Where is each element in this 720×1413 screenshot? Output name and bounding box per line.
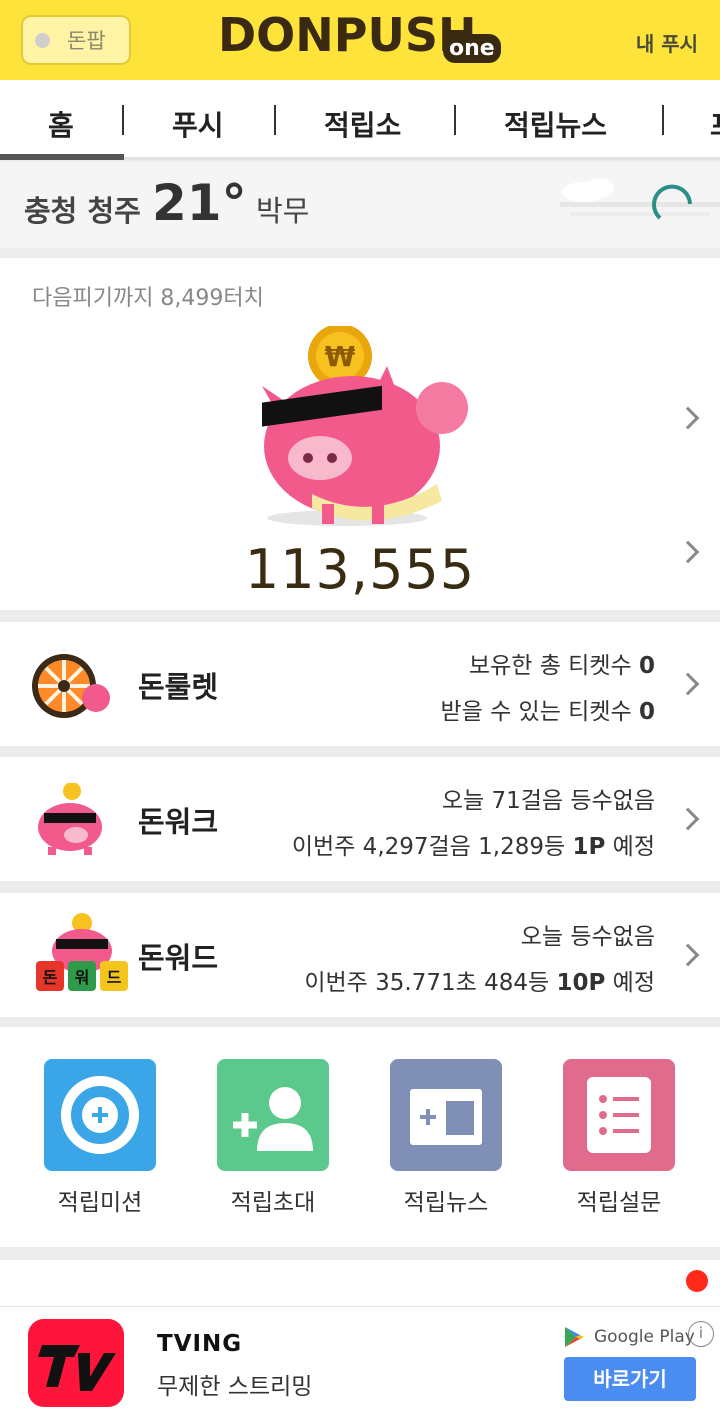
shortcut-reward-news[interactable]: 적립뉴스 [376, 1059, 516, 1217]
main-tabs: 홈 푸시 적립소 적립뉴스 프 [0, 80, 720, 160]
reward-shortcuts: 적립미션 적립초대 적립뉴스 적립설문 [0, 1027, 720, 1247]
app-header: 돈팝 DONPUSH one 내 푸시 [0, 0, 720, 80]
shortcut-label: 적립설문 [576, 1190, 662, 1216]
tab-reward-shop[interactable]: 적립소 [324, 104, 401, 144]
walk-row[interactable]: 돈워크 오늘 71걸음 등수없음 이번주 4,297걸음 1,289등 1P 예… [0, 757, 720, 881]
walk-title: 돈워크 [138, 805, 219, 839]
tip-toggle-button[interactable]: 돈팝 [21, 15, 131, 65]
shortcut-label: 적립미션 [57, 1190, 143, 1216]
tip-label: 돈팝 [67, 29, 106, 53]
tab-reward-news[interactable]: 적립뉴스 [504, 104, 607, 144]
tab-divider [662, 105, 664, 135]
word-today-status: 오늘 등수없음 [520, 924, 655, 950]
survey-list-icon [563, 1059, 675, 1171]
tab-divider [454, 105, 456, 135]
piggy-bank-card[interactable]: 다음피기까지 8,499터치 ₩ 113,555 [0, 258, 720, 610]
active-tab-indicator [0, 154, 124, 160]
ad-store-badge: Google Play [562, 1325, 695, 1349]
shortcut-reward-mission[interactable]: 적립미션 [30, 1059, 170, 1217]
roulette-row[interactable]: 돈룰렛 보유한 총 티켓수 0 받을 수 있는 티켓수 0 [0, 622, 720, 746]
app-logo: DONPUSH [218, 8, 477, 62]
ad-info-icon[interactable]: i [688, 1321, 714, 1347]
tab-push[interactable]: 푸시 [172, 104, 224, 144]
piggy-total-amount: 113,555 [244, 538, 476, 601]
news-icon [390, 1059, 502, 1171]
notification-dot [686, 1270, 708, 1292]
chevron-right-icon [676, 672, 700, 696]
my-push-link[interactable]: 내 푸시 [636, 28, 698, 57]
word-title: 돈워드 [138, 941, 219, 975]
shortcut-reward-survey[interactable]: 적립설문 [549, 1059, 689, 1217]
chevron-right-icon [676, 807, 700, 831]
roulette-ticket-available: 받을 수 있는 티켓수 0 [440, 699, 655, 725]
shortcut-label: 적립뉴스 [403, 1190, 489, 1216]
tab-divider [122, 105, 124, 135]
store-name: Google Play [594, 1327, 695, 1347]
svg-text:돈: 돈 [43, 968, 58, 987]
weather-location: 충청 청주 [24, 194, 141, 228]
ad-subtitle: 무제한 스트리밍 [157, 1374, 313, 1400]
roulette-wheel-icon [32, 654, 110, 718]
weather-temperature: 21° [152, 174, 247, 232]
ad-title: TVING [157, 1331, 243, 1357]
next-piggy-info: 다음피기까지 8,499터치 [32, 286, 264, 311]
walking-pig-icon [38, 783, 102, 855]
roulette-ticket-total: 보유한 총 티켓수 0 [468, 653, 655, 679]
walk-today-status: 오늘 71걸음 등수없음 [441, 788, 655, 814]
shortcut-label: 적립초대 [230, 1190, 316, 1216]
svg-text:드: 드 [107, 968, 122, 987]
mission-icon [44, 1059, 156, 1171]
toggle-dot [35, 32, 50, 48]
tab-home[interactable]: 홈 [48, 104, 74, 144]
weather-bar[interactable]: 충청 청주 21° 박무 [0, 162, 720, 248]
chevron-right-icon [676, 943, 700, 967]
ad-go-button[interactable]: 바로가기 [564, 1357, 696, 1401]
tab-more[interactable]: 프 [710, 104, 720, 144]
word-row[interactable]: 돈 워 드 돈워드 오늘 등수없음 이번주 35.771초 484등 10P 예… [0, 893, 720, 1017]
app-logo-suffix: one [443, 34, 501, 63]
fog-weather-icon [560, 178, 720, 220]
weather-condition: 박무 [256, 194, 310, 228]
add-user-icon [217, 1059, 329, 1171]
google-play-icon [565, 1327, 584, 1347]
svg-text:워: 워 [75, 968, 90, 987]
word-week-status: 이번주 35.771초 484등 10P 예정 [304, 970, 655, 996]
roulette-title: 돈룰렛 [138, 670, 219, 704]
tab-divider [274, 105, 276, 135]
walk-week-status: 이번주 4,297걸음 1,289등 1P 예정 [291, 834, 655, 860]
tving-logo-icon [28, 1319, 124, 1407]
piggy-bank-icon[interactable]: ₩ [252, 326, 482, 546]
coin-symbol: ₩ [325, 340, 356, 373]
chevron-right-icon[interactable] [676, 406, 700, 430]
shortcut-reward-invite[interactable]: 적립초대 [203, 1059, 343, 1217]
ad-banner[interactable]: TVING 무제한 스트리밍 Google Play i 바로가기 [0, 1306, 720, 1413]
word-game-icon: 돈 워 드 [36, 913, 128, 991]
